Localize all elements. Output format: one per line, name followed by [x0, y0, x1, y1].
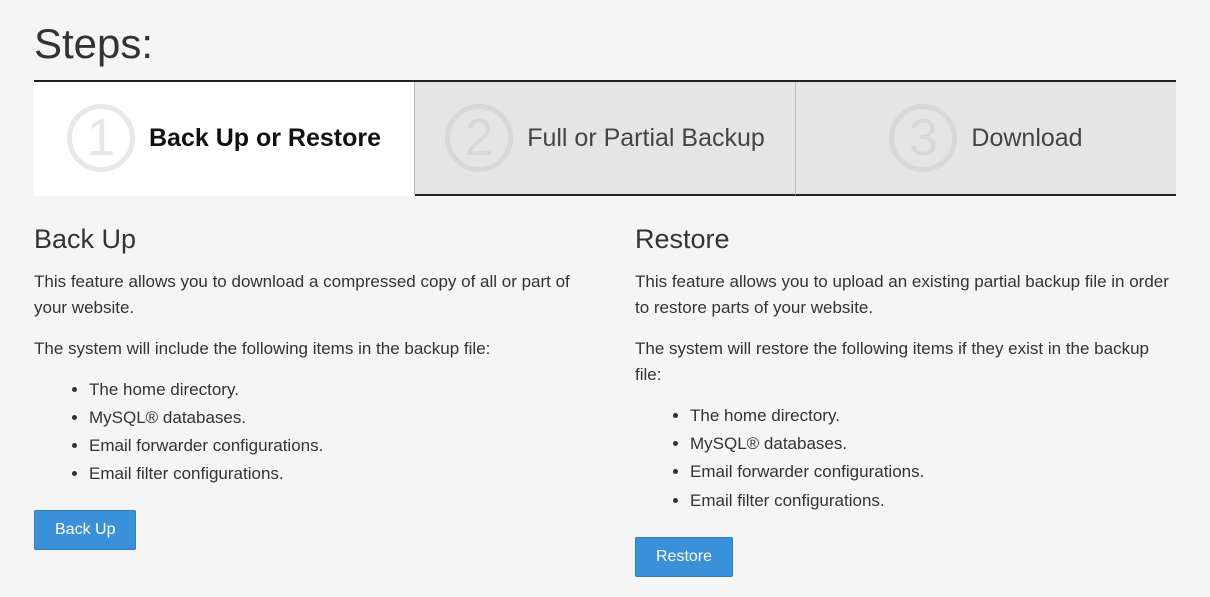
list-item: The home directory. [690, 402, 1176, 430]
list-item: MySQL® databases. [690, 430, 1176, 458]
backup-items-list: The home directory. MySQL® databases. Em… [89, 376, 575, 488]
list-item: MySQL® databases. [89, 404, 575, 432]
step-label: Back Up or Restore [149, 124, 381, 153]
page-title: Steps: [34, 20, 1176, 68]
step-number-icon: 3 [889, 104, 957, 172]
backup-column: Back Up This feature allows you to downl… [34, 224, 575, 577]
content-columns: Back Up This feature allows you to downl… [34, 224, 1176, 577]
restore-description-2: The system will restore the following it… [635, 336, 1176, 389]
restore-column: Restore This feature allows you to uploa… [635, 224, 1176, 577]
steps-tabs: 1 Back Up or Restore 2 Full or Partial B… [34, 82, 1176, 196]
step-tab-download[interactable]: 3 Download [796, 82, 1176, 196]
step-tab-backup-restore[interactable]: 1 Back Up or Restore [34, 82, 415, 196]
backup-description-2: The system will include the following it… [34, 336, 575, 362]
restore-button[interactable]: Restore [635, 537, 733, 577]
step-label: Download [971, 124, 1082, 153]
list-item: The home directory. [89, 376, 575, 404]
list-item: Email forwarder configurations. [690, 458, 1176, 486]
restore-description-1: This feature allows you to upload an exi… [635, 269, 1176, 322]
steps-tabs-wrapper: 1 Back Up or Restore 2 Full or Partial B… [34, 80, 1176, 196]
step-label: Full or Partial Backup [527, 124, 765, 153]
step-tab-full-partial[interactable]: 2 Full or Partial Backup [415, 82, 796, 196]
list-item: Email filter configurations. [89, 460, 575, 488]
backup-description-1: This feature allows you to download a co… [34, 269, 575, 322]
step-number-icon: 1 [67, 104, 135, 172]
restore-heading: Restore [635, 224, 1176, 255]
step-number-icon: 2 [445, 104, 513, 172]
restore-items-list: The home directory. MySQL® databases. Em… [690, 402, 1176, 514]
backup-heading: Back Up [34, 224, 575, 255]
backup-button[interactable]: Back Up [34, 510, 136, 550]
list-item: Email filter configurations. [690, 487, 1176, 515]
list-item: Email forwarder configurations. [89, 432, 575, 460]
